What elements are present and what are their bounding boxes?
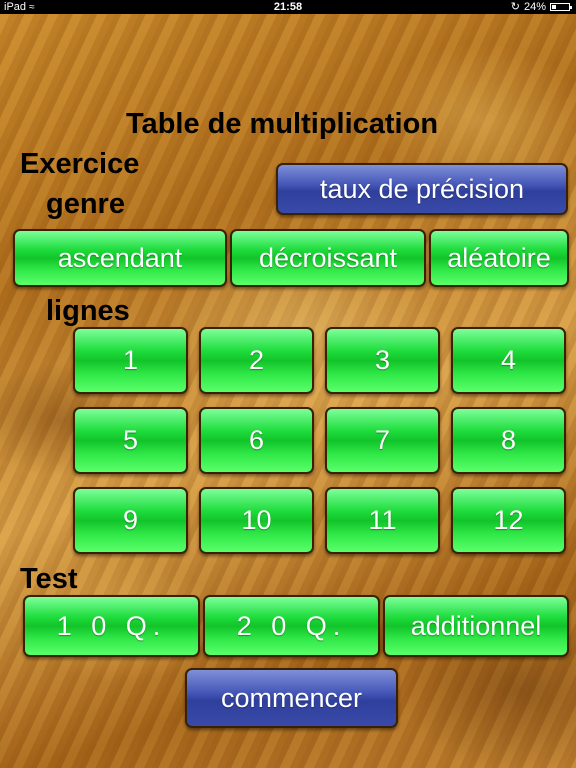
genre-label: genre (46, 188, 125, 220)
test-20q-button[interactable]: 2 0 Q. (203, 595, 380, 657)
line-9-button[interactable]: 9 (73, 487, 188, 554)
line-5-button[interactable]: 5 (73, 407, 188, 474)
status-right: ↻ 24% (510, 0, 572, 14)
battery-percent: 24% (523, 1, 546, 13)
line-7-button[interactable]: 7 (325, 407, 440, 474)
line-4-button[interactable]: 4 (451, 327, 566, 394)
lines-label: lignes (46, 295, 130, 327)
ascending-button[interactable]: ascendant (13, 229, 227, 287)
test-label: Test (20, 563, 78, 595)
random-button[interactable]: aléatoire (429, 229, 569, 287)
line-2-button[interactable]: 2 (199, 327, 314, 394)
descending-button[interactable]: décroissant (230, 229, 426, 287)
line-6-button[interactable]: 6 (199, 407, 314, 474)
battery-icon (550, 3, 572, 11)
test-10q-button[interactable]: 1 0 Q. (23, 595, 200, 657)
status-time: 21:58 (273, 1, 303, 13)
status-bar: iPad ≈ 21:58 ↻ 24% (0, 0, 576, 14)
exercise-label: Exercice (20, 148, 140, 180)
line-3-button[interactable]: 3 (325, 327, 440, 394)
start-button[interactable]: commencer (185, 668, 398, 728)
line-8-button[interactable]: 8 (451, 407, 566, 474)
accuracy-button[interactable]: taux de précision (276, 163, 568, 215)
line-1-button[interactable]: 1 (73, 327, 188, 394)
additional-button[interactable]: additionnel (383, 595, 569, 657)
page-title: Table de multiplication (126, 108, 439, 140)
lock-rotation-icon: ↻ (510, 1, 520, 13)
line-11-button[interactable]: 11 (325, 487, 440, 554)
line-12-button[interactable]: 12 (451, 487, 566, 554)
line-10-button[interactable]: 10 (199, 487, 314, 554)
